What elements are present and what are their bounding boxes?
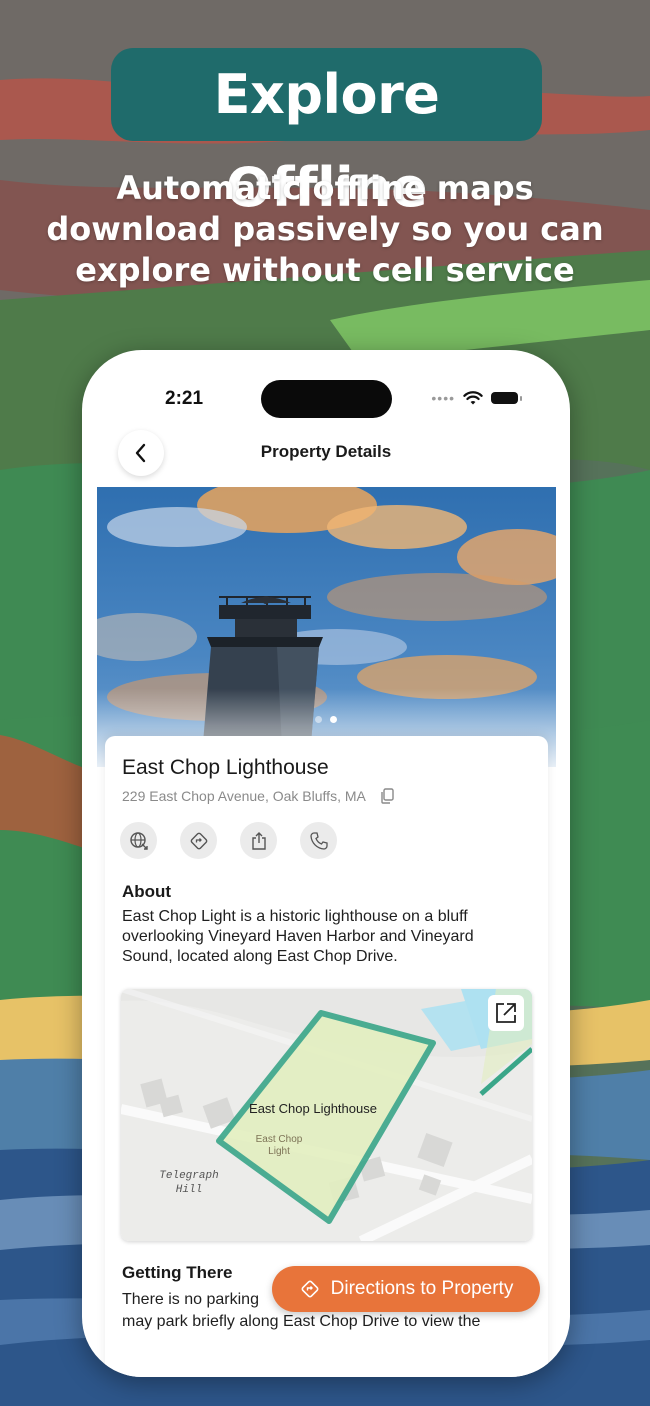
map-place-label-line2: Hill: [176, 1184, 202, 1196]
website-button[interactable]: [120, 822, 157, 859]
share-icon: [251, 831, 266, 850]
directions-button-label: Directions to Property: [330, 1278, 514, 1299]
map-place-label-line1: Telegraph: [159, 1170, 218, 1182]
dynamic-island: [261, 380, 392, 418]
battery-icon: [491, 392, 522, 404]
about-title: About: [122, 882, 172, 901]
directions-icon: [301, 1280, 319, 1298]
phone-icon: [309, 831, 328, 850]
place-address: 229 East Chop Avenue, Oak Bluffs, MA: [122, 788, 366, 804]
directions-icon: [190, 832, 207, 849]
getting-there-line2: may park briefly along East Chop Drive t…: [122, 1313, 481, 1330]
map-poi-label-line1: East Chop: [256, 1134, 303, 1145]
address-row: 229 East Chop Avenue, Oak Bluffs, MA: [122, 788, 394, 804]
directions-button[interactable]: [180, 822, 217, 859]
photo-pagination: [82, 716, 570, 723]
about-text: East Chop Light is a historic lighthouse…: [122, 908, 474, 965]
property-map[interactable]: East Chop Lighthouse East Chop Light Tel…: [121, 989, 532, 1241]
status-time: 2:21: [165, 388, 204, 409]
website-icon: [129, 831, 148, 850]
share-button[interactable]: [240, 822, 277, 859]
pagination-dot-active[interactable]: [330, 716, 337, 723]
directions-to-property-button[interactable]: Directions to Property: [272, 1266, 540, 1312]
map-poi-label-line2: Light: [268, 1146, 290, 1157]
action-row: [120, 822, 337, 859]
page-title: Property Details: [260, 442, 392, 461]
status-icons: ••••: [431, 390, 522, 406]
property-photo[interactable]: [97, 487, 556, 767]
copy-icon[interactable]: [380, 788, 394, 804]
phone-frame: 2:21 •••• Property Details East Chop Lig…: [82, 350, 570, 1377]
map-property-label: East Chop Lighthouse: [249, 1101, 377, 1116]
call-button[interactable]: [300, 822, 337, 859]
expand-icon: [496, 1003, 516, 1023]
getting-there-title: Getting There: [122, 1263, 233, 1282]
expand-map-button[interactable]: [488, 995, 524, 1031]
promo-title: Explore Offline: [111, 48, 542, 219]
signal-icon: ••••: [431, 390, 455, 406]
pagination-dot[interactable]: [315, 716, 322, 723]
place-name: East Chop Lighthouse: [122, 756, 329, 779]
promo-subtitle: Automatic offline maps download passivel…: [46, 169, 604, 289]
wifi-icon: [463, 390, 483, 404]
